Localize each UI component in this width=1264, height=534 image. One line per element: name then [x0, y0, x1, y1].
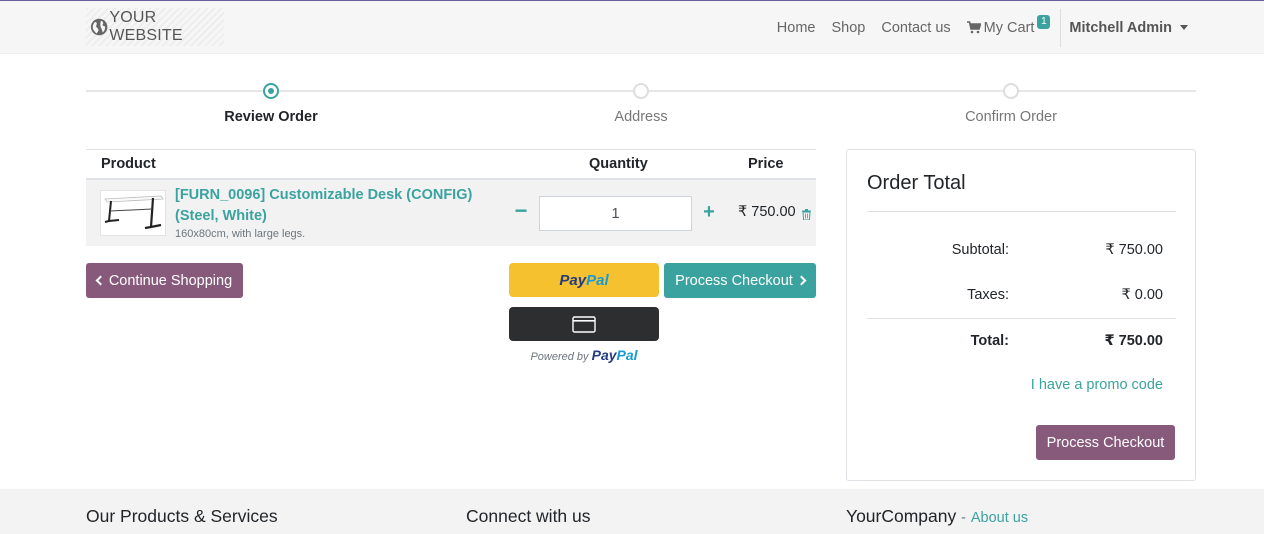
order-total-title: Order Total — [867, 172, 966, 194]
desk-image — [104, 195, 164, 230]
nav-shop[interactable]: Shop — [823, 20, 873, 36]
product-thumbnail[interactable] — [100, 190, 166, 236]
footer-company-heading: YourCompany - About us — [846, 506, 1028, 527]
continue-shopping-button[interactable]: Continue Shopping — [86, 263, 243, 298]
step-confirm-order: Confirm Order — [965, 109, 1057, 125]
header-price: Price — [748, 156, 784, 172]
chevron-right-icon — [796, 275, 807, 286]
step-dot-review — [263, 83, 279, 99]
step-review-order: Review Order — [224, 109, 318, 125]
step-address: Address — [614, 109, 668, 125]
header-product: Product — [101, 156, 156, 172]
paypal-logo-small: PayPal — [591, 347, 638, 363]
card-checkout-label: Process Checkout — [1046, 434, 1165, 451]
card-payment-button[interactable] — [509, 307, 659, 341]
line-price: ₹ 750.00 — [738, 204, 796, 220]
globe-icon — [90, 18, 108, 36]
cart-label: My Cart — [983, 19, 1035, 36]
powered-by-paypal: Powered by PayPal — [530, 347, 638, 363]
promo-code-link[interactable]: I have a promo code — [1031, 377, 1163, 393]
separator: - — [961, 510, 966, 526]
paypal-logo: PayPal — [559, 271, 609, 289]
divider — [867, 318, 1176, 319]
navbar: YOUR WEBSITE Home Shop Contact us My Car… — [0, 1, 1264, 54]
company-name: YourCompany — [846, 506, 957, 526]
table-header: Product Quantity Price — [86, 149, 816, 180]
trash-icon[interactable] — [802, 209, 811, 220]
footer-connect-heading: Connect with us — [466, 506, 591, 526]
footer: Our Products & Services Connect with us … — [0, 489, 1264, 534]
taxes-label: Taxes: — [967, 287, 1009, 303]
subtotal-label: Subtotal: — [951, 242, 1009, 258]
cart-count-badge: 1 — [1037, 14, 1051, 29]
table-row: [FURN_0096] Customizable Desk (CONFIG) (… — [86, 180, 816, 246]
about-us-link[interactable]: About us — [971, 510, 1028, 526]
quantity-input[interactable] — [539, 196, 692, 231]
divider — [867, 211, 1176, 212]
brand-logo[interactable]: YOUR WEBSITE — [86, 8, 224, 46]
nav-contact[interactable]: Contact us — [873, 20, 958, 36]
process-checkout-label: Process Checkout — [675, 272, 793, 289]
quantity-increase-button[interactable]: + — [700, 200, 718, 224]
continue-shopping-label: Continue Shopping — [108, 272, 233, 289]
product-description: 160x80cm, with large legs. — [175, 228, 306, 240]
caret-down-icon — [1180, 25, 1188, 30]
paypal-button[interactable]: PayPal — [509, 263, 659, 297]
chevron-left-icon — [95, 275, 106, 286]
step-dot-confirm — [1003, 83, 1019, 99]
cart-icon — [966, 21, 981, 34]
header-quantity: Quantity — [589, 156, 648, 172]
order-total-card: Order Total Subtotal: ₹ 750.00 Taxes: ₹ … — [846, 149, 1196, 481]
process-checkout-button[interactable]: Process Checkout — [664, 263, 816, 298]
main-nav: Home Shop Contact us My Cart 1 Mitchell … — [769, 1, 1264, 54]
product-link[interactable]: [FURN_0096] Customizable Desk (CONFIG) (… — [175, 185, 505, 227]
nav-cart[interactable]: My Cart 1 — [959, 14, 1059, 36]
total-label: Total: — [970, 333, 1009, 349]
taxes-value: ₹ 0.00 — [1121, 287, 1163, 303]
step-dot-address — [633, 83, 649, 99]
user-menu[interactable]: Mitchell Admin — [1061, 20, 1264, 36]
quantity-decrease-button[interactable]: − — [512, 200, 530, 224]
credit-card-icon — [572, 315, 596, 333]
subtotal-value: ₹ 750.00 — [1105, 242, 1163, 258]
cart-table: Product Quantity Price [FURN_0096] Custo… — [86, 149, 816, 246]
nav-home[interactable]: Home — [769, 20, 824, 36]
footer-products-heading: Our Products & Services — [86, 506, 278, 526]
card-process-checkout-button[interactable]: Process Checkout — [1036, 425, 1175, 460]
user-name: Mitchell Admin — [1069, 19, 1172, 36]
brand-name: YOUR WEBSITE — [109, 9, 183, 44]
total-value: ₹ 750.00 — [1104, 333, 1163, 349]
